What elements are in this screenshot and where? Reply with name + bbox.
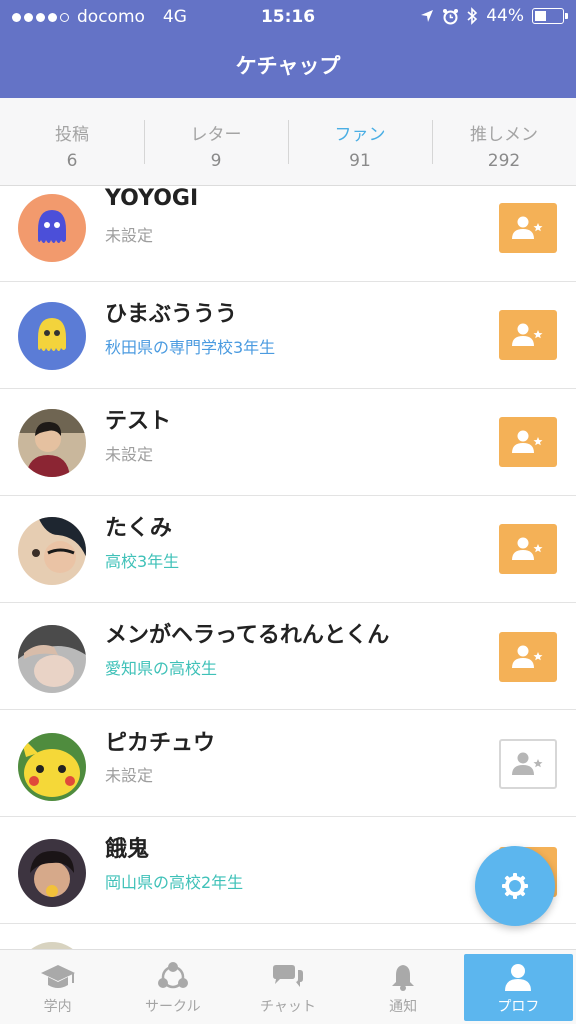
octopus-yellow-avatar[interactable] bbox=[18, 302, 86, 370]
fan-subtitle: 未設定 bbox=[105, 226, 154, 245]
app-header: docomo 4G 15:16 44% ケチャップ bbox=[0, 0, 576, 98]
stat-label: ファン bbox=[334, 125, 386, 145]
tab-profile[interactable]: プロフ bbox=[461, 950, 576, 1024]
fan-subtitle: 秋田県の専門学校3年生 bbox=[105, 338, 276, 357]
list-item[interactable]: ピカチュウ 未設定 bbox=[0, 710, 576, 817]
list-item[interactable]: YOYOGI 未設定 bbox=[0, 187, 576, 282]
tab-label: チャット bbox=[260, 999, 316, 1015]
circle-network-icon bbox=[157, 962, 188, 989]
tab-label: 学内 bbox=[43, 999, 72, 1015]
list-item[interactable]: メンがヘラってるれんとくん 愛知県の高校生 bbox=[0, 603, 576, 710]
fan-subtitle: 岡山県の高校2年生 bbox=[105, 873, 244, 892]
photo-avatar[interactable] bbox=[18, 839, 86, 907]
photo-avatar[interactable] bbox=[18, 517, 86, 585]
fan-name: たくみ bbox=[105, 516, 172, 541]
chat-bubbles-icon bbox=[272, 965, 303, 987]
stat-label: 推しメン bbox=[470, 125, 538, 145]
photo-avatar[interactable] bbox=[18, 942, 86, 949]
stat-count: 292 bbox=[487, 151, 521, 171]
fan-subtitle: 未設定 bbox=[105, 766, 154, 785]
follow-button[interactable] bbox=[499, 203, 557, 253]
tab-school[interactable]: 学内 bbox=[0, 950, 115, 1024]
stat-label: 投稿 bbox=[55, 125, 89, 145]
fan-subtitle: 高校3年生 bbox=[105, 552, 180, 571]
settings-button[interactable] bbox=[475, 846, 555, 926]
stat-tab-oshimen[interactable]: 推しメン 292 bbox=[432, 98, 576, 185]
bell-icon bbox=[392, 965, 415, 991]
pikachu-avatar[interactable] bbox=[18, 733, 86, 801]
photo-avatar[interactable] bbox=[18, 625, 86, 693]
tab-circle[interactable]: サークル bbox=[115, 950, 230, 1024]
profile-stats: 投稿 6 レター 9 ファン 91 推しメン 292 bbox=[0, 98, 576, 186]
user-icon bbox=[505, 964, 532, 991]
add-user-star-icon bbox=[512, 216, 543, 239]
list-item[interactable] bbox=[0, 924, 576, 949]
fan-name: メンがヘラってるれんとくん bbox=[105, 623, 390, 648]
stat-tab-posts[interactable]: 投稿 6 bbox=[0, 98, 144, 185]
add-user-star-icon bbox=[512, 752, 543, 775]
follow-button[interactable] bbox=[499, 632, 557, 682]
list-item[interactable]: たくみ 高校3年生 bbox=[0, 496, 576, 603]
add-user-star-icon bbox=[512, 430, 543, 453]
follow-button[interactable] bbox=[499, 417, 557, 467]
battery-percent: 44% bbox=[486, 6, 524, 26]
fan-list: YOYOGI 未設定 ひまぶううう 秋田県の専門学校3年生 テスト 未設定 たく… bbox=[0, 187, 576, 949]
bottom-navigation: 学内 サークル チャット 通知 プロフ bbox=[0, 949, 576, 1024]
stat-count: 9 bbox=[210, 151, 222, 171]
bluetooth-icon bbox=[467, 7, 478, 25]
tab-label: 通知 bbox=[389, 999, 418, 1015]
add-user-star-icon bbox=[512, 537, 543, 560]
location-arrow-icon bbox=[421, 10, 434, 22]
gear-icon bbox=[502, 873, 528, 899]
alarm-clock-icon bbox=[443, 8, 459, 24]
fan-name: ピカチュウ bbox=[105, 731, 216, 756]
stat-count: 91 bbox=[349, 151, 371, 171]
tab-label: プロフ bbox=[497, 999, 540, 1015]
list-item[interactable]: ひまぶううう 秋田県の専門学校3年生 bbox=[0, 282, 576, 389]
octopus-blue-avatar[interactable] bbox=[18, 194, 86, 262]
fan-name: YOYOGI bbox=[105, 187, 199, 211]
follow-button[interactable] bbox=[499, 739, 557, 789]
stat-count: 6 bbox=[66, 151, 78, 171]
status-bar: docomo 4G 15:16 44% bbox=[0, 0, 576, 34]
page-title: ケチャップ bbox=[235, 54, 341, 78]
add-user-star-icon bbox=[512, 323, 543, 346]
fan-name: テスト bbox=[105, 409, 172, 434]
graduation-cap-icon bbox=[40, 965, 75, 988]
battery-icon bbox=[532, 8, 568, 24]
fan-subtitle: 愛知県の高校生 bbox=[105, 659, 218, 678]
add-user-star-icon bbox=[512, 645, 543, 668]
photo-avatar[interactable] bbox=[18, 409, 86, 477]
fan-subtitle: 未設定 bbox=[105, 445, 154, 464]
stat-tab-letters[interactable]: レター 9 bbox=[144, 98, 288, 185]
list-item[interactable]: テスト 未設定 bbox=[0, 389, 576, 496]
stat-tab-fans[interactable]: ファン 91 bbox=[288, 98, 432, 185]
follow-button[interactable] bbox=[499, 310, 557, 360]
fan-name: 餓鬼 bbox=[105, 837, 150, 862]
tab-label: サークル bbox=[144, 999, 201, 1015]
fan-name: ひまぶううう bbox=[105, 302, 238, 327]
stat-label: レター bbox=[190, 125, 242, 145]
tab-notifications[interactable]: 通知 bbox=[346, 950, 461, 1024]
follow-button[interactable] bbox=[499, 524, 557, 574]
tab-chat[interactable]: チャット bbox=[230, 950, 345, 1024]
